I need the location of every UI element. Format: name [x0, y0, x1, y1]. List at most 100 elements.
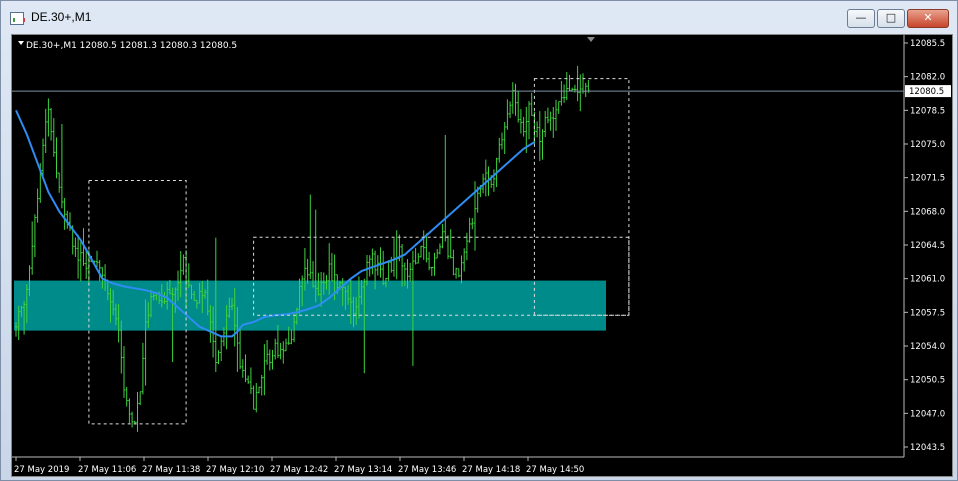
price-bar[interactable] — [55, 137, 58, 179]
price-chart[interactable]: 12085.5 12082.0 12078.5 12075.0 12071.5 12068… — [12, 35, 952, 476]
price-bar[interactable] — [517, 90, 520, 123]
price-bar[interactable] — [63, 197, 66, 230]
price-bar[interactable] — [33, 214, 37, 258]
price-bar[interactable] — [508, 101, 512, 119]
minimize-button[interactable]: — — [847, 9, 875, 28]
price-bar[interactable] — [141, 342, 145, 395]
price-bar[interactable] — [392, 238, 396, 277]
price-bar[interactable] — [382, 250, 385, 286]
price-bar[interactable] — [414, 248, 417, 265]
price-bar[interactable] — [136, 391, 139, 432]
price-bar[interactable] — [444, 134, 447, 242]
price-bar[interactable] — [52, 118, 55, 157]
price-bar[interactable] — [417, 253, 420, 264]
price-bar[interactable] — [546, 107, 550, 124]
price-bar[interactable] — [498, 137, 501, 163]
price-bar[interactable] — [452, 249, 455, 276]
price-bar[interactable] — [368, 255, 371, 277]
price-bar[interactable] — [454, 267, 458, 279]
price-bar[interactable] — [438, 243, 442, 255]
price-bar[interactable] — [463, 248, 466, 272]
price-bar[interactable] — [425, 233, 428, 263]
price-bar[interactable] — [271, 349, 274, 370]
price-bar[interactable] — [74, 237, 77, 257]
price-bar[interactable] — [36, 188, 39, 223]
price-bar[interactable] — [571, 87, 574, 91]
price-bar[interactable] — [519, 109, 523, 134]
price-bar[interactable] — [279, 342, 282, 360]
price-bar[interactable] — [427, 251, 431, 271]
price-bar[interactable] — [409, 262, 412, 282]
price-bar[interactable] — [268, 349, 271, 371]
price-bar[interactable] — [552, 107, 555, 138]
price-bar[interactable] — [541, 129, 544, 160]
price-bar[interactable] — [460, 255, 463, 284]
price-bar[interactable] — [527, 101, 531, 140]
price-bar[interactable] — [284, 338, 288, 352]
price-bar[interactable] — [468, 217, 471, 243]
price-bar[interactable] — [274, 338, 277, 360]
price-bar[interactable] — [257, 386, 261, 394]
price-bar[interactable] — [247, 375, 250, 384]
price-bar[interactable] — [387, 260, 390, 281]
price-bar[interactable] — [522, 116, 525, 137]
price-bar[interactable] — [419, 245, 423, 258]
price-bar[interactable] — [290, 329, 293, 345]
chart-shift-icon[interactable] — [587, 37, 595, 42]
price-bar[interactable] — [441, 223, 444, 249]
maximize-button[interactable]: □ — [877, 9, 905, 28]
price-bar[interactable] — [535, 121, 539, 138]
price-bar[interactable] — [31, 221, 34, 275]
price-bar[interactable] — [436, 248, 439, 259]
price-bar[interactable] — [95, 250, 99, 268]
price-bar[interactable] — [576, 65, 579, 102]
close-button[interactable]: ✕ — [907, 9, 949, 28]
price-bar[interactable] — [422, 230, 425, 260]
price-bar[interactable] — [430, 266, 433, 276]
price-bar[interactable] — [49, 107, 53, 141]
price-bar[interactable] — [511, 82, 514, 114]
price-bar[interactable] — [128, 398, 131, 424]
price-bar[interactable] — [306, 258, 309, 284]
price-bar[interactable] — [549, 111, 552, 131]
price-bar[interactable] — [241, 359, 244, 378]
dashed-range-box[interactable] — [533, 78, 630, 316]
price-bar[interactable] — [265, 339, 269, 365]
price-bar[interactable] — [371, 248, 374, 275]
price-bar[interactable] — [492, 169, 496, 192]
price-bar[interactable] — [263, 344, 266, 396]
price-bar[interactable] — [433, 252, 436, 276]
price-bar[interactable] — [260, 374, 263, 396]
price-bar[interactable] — [557, 101, 560, 114]
price-bar[interactable] — [579, 74, 582, 112]
price-bar[interactable] — [560, 80, 563, 106]
price-bar[interactable] — [249, 367, 253, 394]
price-bar[interactable] — [252, 385, 255, 410]
price-bar[interactable] — [530, 92, 533, 116]
price-bar[interactable] — [244, 354, 247, 383]
price-bar[interactable] — [554, 99, 558, 131]
price-bar[interactable] — [79, 239, 82, 282]
price-bar[interactable] — [60, 124, 64, 209]
price-bar[interactable] — [506, 99, 509, 130]
price-bar[interactable] — [400, 243, 404, 287]
price-bar[interactable] — [217, 350, 220, 365]
price-bar[interactable] — [544, 111, 547, 138]
price-bar[interactable] — [538, 111, 541, 161]
price-bar[interactable] — [255, 383, 258, 413]
price-bar[interactable] — [44, 108, 47, 153]
price-bar[interactable] — [562, 84, 566, 103]
price-bar[interactable] — [282, 341, 285, 364]
price-bar[interactable] — [565, 71, 568, 101]
chart-area[interactable]: 12085.5 12082.0 12078.5 12075.0 12071.5 12068… — [11, 34, 953, 477]
price-bar[interactable] — [125, 386, 128, 407]
title-bar[interactable]: DE.30+,M1 — □ ✕ — [1, 1, 957, 35]
price-bar[interactable] — [379, 247, 382, 278]
price-bar[interactable] — [76, 234, 80, 279]
price-bar[interactable] — [182, 254, 185, 275]
price-bar[interactable] — [584, 82, 587, 97]
price-bar[interactable] — [139, 391, 142, 406]
price-bar[interactable] — [471, 218, 474, 230]
price-bar[interactable] — [568, 74, 571, 92]
price-bar[interactable] — [514, 83, 517, 116]
